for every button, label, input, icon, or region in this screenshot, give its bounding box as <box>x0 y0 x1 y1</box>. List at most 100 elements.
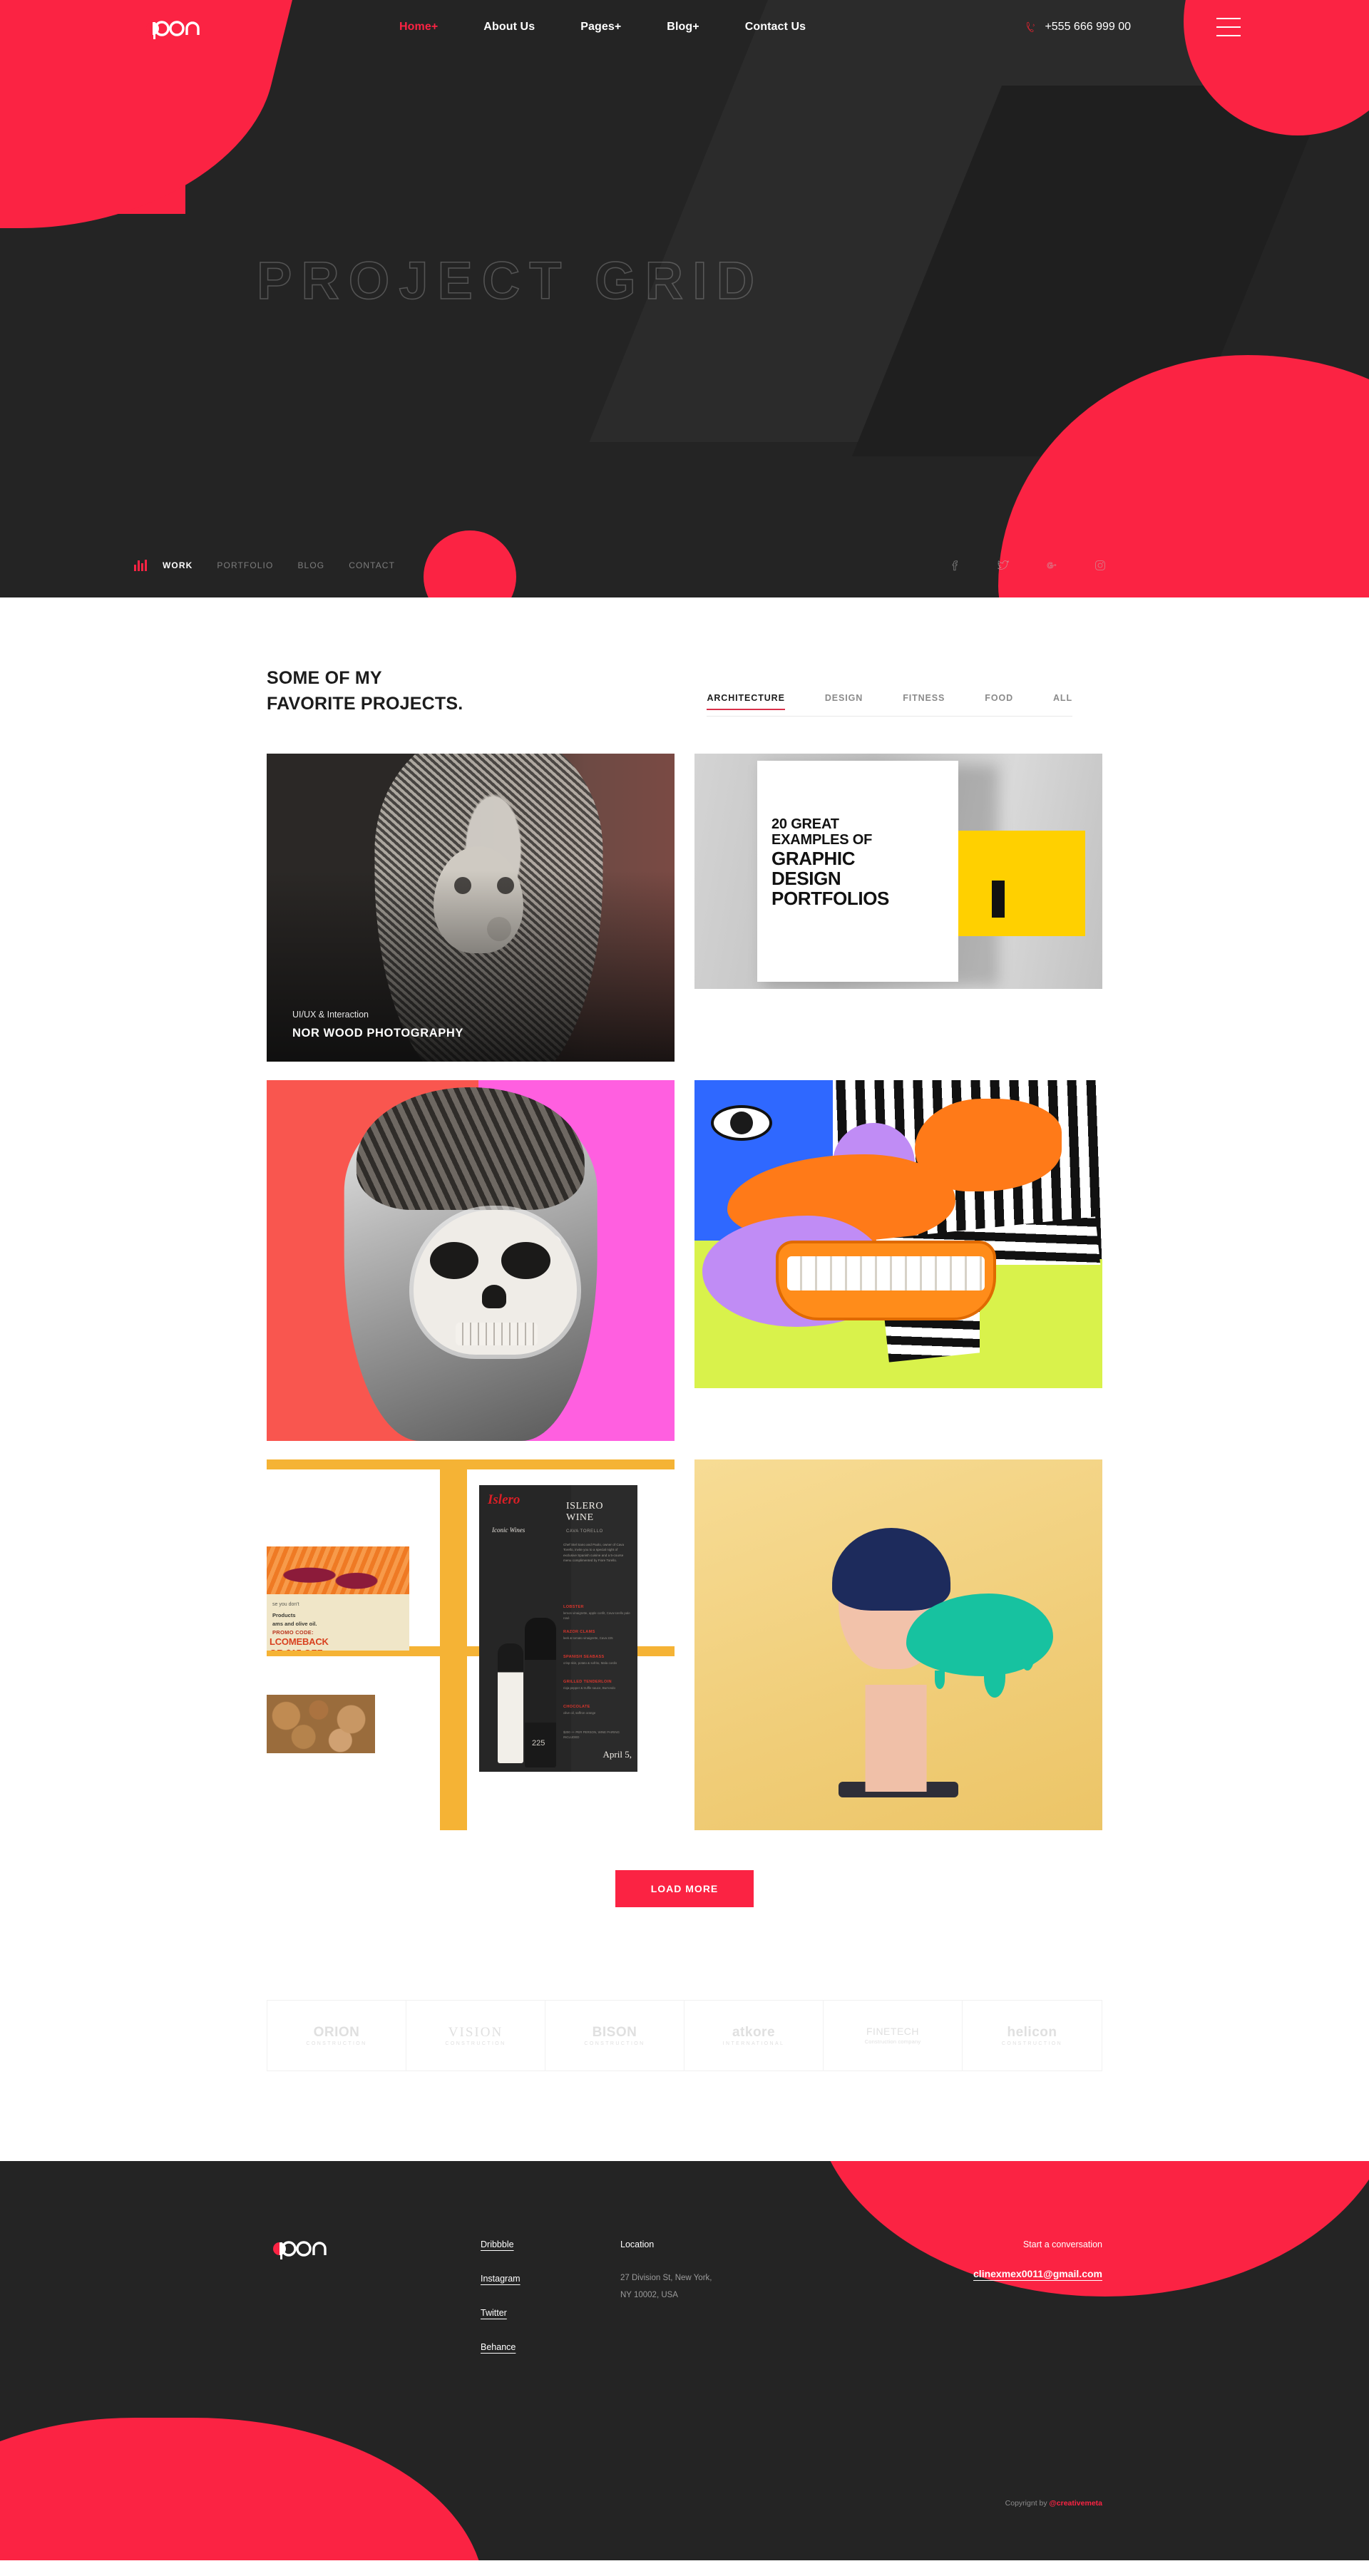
wine-price-note: $200 ++ PER PERSON, WINE PAIRING INCLUDE… <box>563 1730 620 1739</box>
apon-logo-icon <box>146 21 200 39</box>
apon-logo-icon <box>273 2241 327 2259</box>
paint-drip-1 <box>984 1658 1006 1698</box>
load-more-button[interactable]: LOAD MORE <box>615 1870 754 1907</box>
client-logo-orion[interactable]: ORION CONSTRUCTION <box>267 2001 406 2070</box>
footer-contact-heading: Start a conversation <box>1022 2239 1102 2249</box>
hamburger-line <box>1216 35 1241 36</box>
client-name: VISION <box>448 2024 503 2040</box>
footer-content: Dribbble Instagram Twitter Behance Locat… <box>267 2161 1102 2352</box>
facebook-icon[interactable] <box>948 559 961 572</box>
wine-menu-item-name: SPANISH SEABASS <box>563 1655 605 1659</box>
wine-bottle-1 <box>498 1643 523 1763</box>
google-plus-icon[interactable] <box>1045 559 1058 572</box>
footer-email-link[interactable]: clinexmex0011@gmail.com <box>973 2268 1102 2279</box>
twitter-icon[interactable] <box>997 559 1010 572</box>
skull-socket-right <box>501 1241 551 1280</box>
project-card-melting-head[interactable] <box>694 1459 1102 1830</box>
footer-brand-logo[interactable] <box>267 2235 481 2352</box>
client-name: ORION <box>313 2024 360 2040</box>
wine-menu-item-desc: rioja pepper & truffle sauce, Burrondo <box>563 1686 615 1690</box>
clients-spacer <box>0 2071 1369 2161</box>
portfolio-header: SOME OF MY FAVORITE PROJECTS. ARCHITECTU… <box>0 666 1369 717</box>
poster-line-2: EXAMPLES OF <box>771 832 873 848</box>
wine-menu-item-name: RAZOR CLAMS <box>563 1630 595 1634</box>
social-links <box>948 559 1107 572</box>
tab-all[interactable]: ALL <box>1053 693 1072 709</box>
site-footer: Dribbble Instagram Twitter Behance Locat… <box>0 2161 1369 2560</box>
tab-architecture[interactable]: ARCHITECTURE <box>707 693 786 710</box>
coupon-promo-label: PROMO CODE: <box>272 1629 314 1636</box>
tab-design[interactable]: DESIGN <box>825 693 863 709</box>
instagram-icon[interactable] <box>1094 559 1107 572</box>
nav-item-home[interactable]: Home+ <box>399 21 438 34</box>
breadcrumb-item-blog[interactable]: BLOG <box>297 560 324 570</box>
portfolio-section: SOME OF MY FAVORITE PROJECTS. ARCHITECTU… <box>0 597 1369 2161</box>
coupon-line-3: ams and olive oil. <box>272 1621 317 1627</box>
poster-line-3: GRAPHIC <box>771 847 856 869</box>
breadcrumb-item-portfolio[interactable]: PORTFOLIO <box>217 560 273 570</box>
project-caption: UI/UX & Interaction NOR WOOD PHOTOGRAPHY <box>292 1010 463 1040</box>
coupon-code: LCOMEBACK <box>270 1636 329 1647</box>
footer-decor-bottom-left <box>0 2418 485 2560</box>
footer-copyright-prefix: Copyrignt by <box>1005 2499 1050 2508</box>
client-logos: ORION CONSTRUCTION VISION CONSTRUCTION B… <box>267 2000 1102 2071</box>
client-logo-atkore[interactable]: atkore INTERNATIONAL <box>684 2001 824 2070</box>
wine-poster-subtitle: CAVA TORELLO <box>566 1529 603 1534</box>
footer-social-links: Dribbble Instagram Twitter Behance <box>481 2235 620 2352</box>
client-subtitle: CONSTRUCTION <box>445 2041 506 2046</box>
footer-link-twitter[interactable]: Twitter <box>481 2308 507 2318</box>
client-subtitle: CONSTRUCTION <box>306 2041 367 2046</box>
phone-number[interactable]: +555 666 999 00 <box>1025 20 1131 34</box>
hamburger-menu-icon[interactable] <box>1216 18 1241 36</box>
tab-fitness[interactable]: FITNESS <box>903 693 945 709</box>
project-card-graphic-design-portfolios[interactable]: 20 GREAT EXAMPLES OF GRAPHIC DESIGN PORT… <box>694 754 1102 989</box>
hamburger-line <box>1216 26 1241 28</box>
wine-menu-item-name: CHOCOLATE <box>563 1705 590 1709</box>
poster-text: 20 GREAT EXAMPLES OF GRAPHIC DESIGN PORT… <box>771 816 1007 908</box>
client-subtitle: INTERNATIONAL <box>722 2041 785 2046</box>
load-more-wrapper: LOAD MORE <box>0 1830 1369 1907</box>
footer-link-dribbble[interactable]: Dribbble <box>481 2239 514 2249</box>
client-name: helicon <box>1007 2024 1057 2040</box>
portfolio-title: SOME OF MY FAVORITE PROJECTS. <box>267 666 463 717</box>
project-card-nor-wood-photography[interactable]: UI/UX & Interaction NOR WOOD PHOTOGRAPHY <box>267 754 675 1062</box>
nav-item-contact-us[interactable]: Contact Us <box>745 21 806 34</box>
breadcrumb-item-work[interactable]: WORK <box>163 560 193 570</box>
skull-nose <box>482 1285 507 1308</box>
wine-menu-item-desc: leek & tomato vinaigrette, Cava 225 <box>563 1636 613 1640</box>
breadcrumb: WORK PORTFOLIO BLOG CONTACT <box>163 560 395 570</box>
tab-food[interactable]: FOOD <box>985 693 1013 709</box>
wine-vintage-label: 225 <box>532 1739 545 1748</box>
portfolio-title-line2: FAVORITE PROJECTS. <box>267 693 463 714</box>
client-logo-finetech[interactable]: FINETECH Construction company <box>824 2001 963 2070</box>
project-card-food-and-wine[interactable]: se you don't Products ams and olive oil.… <box>267 1459 675 1830</box>
paint-drip-2 <box>1020 1646 1034 1671</box>
nav-item-blog[interactable]: Blog+ <box>667 21 699 34</box>
wine-poster-title: ISLERO WINE <box>566 1501 603 1524</box>
figure-neck <box>865 1685 927 1792</box>
breadcrumb-item-contact[interactable]: CONTACT <box>349 560 395 570</box>
layout-bar-vertical <box>440 1459 467 1830</box>
popart-mouth <box>776 1240 997 1320</box>
nuts-photo <box>267 1695 375 1753</box>
phone-number-text: +555 666 999 00 <box>1045 21 1131 33</box>
brand-logo[interactable] <box>140 15 247 39</box>
skull-teeth <box>456 1323 538 1346</box>
skull-socket-left <box>429 1241 479 1280</box>
portfolio-grid: UI/UX & Interaction NOR WOOD PHOTOGRAPHY… <box>267 754 1102 1830</box>
portfolio-filter-tabs: ARCHITECTURE DESIGN FITNESS FOOD ALL <box>707 693 1072 717</box>
hero-bottom-bar: WORK PORTFOLIO BLOG CONTACT <box>0 559 1369 572</box>
project-card-skull-collage[interactable] <box>267 1080 675 1441</box>
main-navbar: Home+ About Us Pages+ Blog+ Contact Us +… <box>0 0 1369 54</box>
nav-item-about-us[interactable]: About Us <box>483 21 535 34</box>
wine-iconic-label: Iconic Wines <box>492 1526 525 1534</box>
footer-link-instagram[interactable]: Instagram <box>481 2274 521 2284</box>
nav-item-pages[interactable]: Pages+ <box>580 21 621 34</box>
client-logo-helicon[interactable]: helicon CONSTRUCTION <box>963 2001 1102 2070</box>
project-card-pop-art-mouth[interactable] <box>694 1080 1102 1388</box>
client-logo-bison[interactable]: BISON CONSTRUCTION <box>545 2001 684 2070</box>
footer-link-behance[interactable]: Behance <box>481 2342 516 2352</box>
coupon-line-2: Products <box>272 1612 296 1618</box>
client-logo-vision[interactable]: VISION CONSTRUCTION <box>406 2001 545 2070</box>
poster-line-5: PORTFOLIOS <box>771 887 890 909</box>
